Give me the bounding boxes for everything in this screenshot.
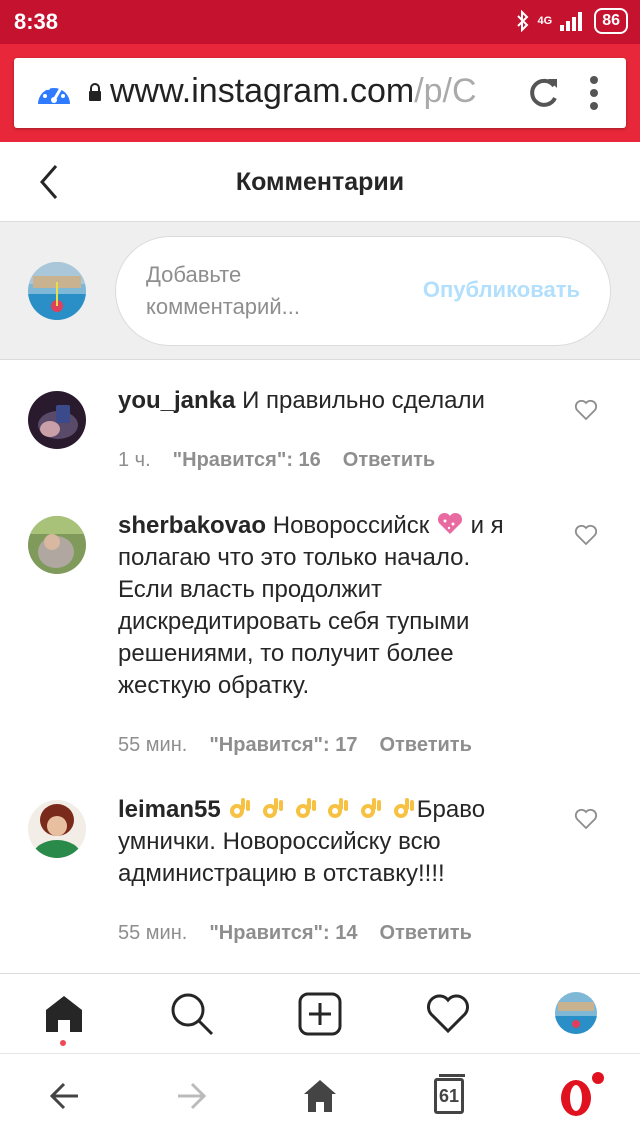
commenter-avatar[interactable] [28,391,86,449]
comment-input[interactable]: Добавьте комментарий... Опубликовать [115,236,611,346]
sparkling-heart-emoji-icon [437,512,462,534]
instagram-bottom-nav [0,973,640,1053]
publish-button[interactable]: Опубликовать [423,277,580,303]
back-arrow-icon[interactable] [48,1076,82,1116]
reply-button[interactable]: Ответить [343,449,435,472]
home-icon[interactable] [302,1076,338,1116]
comment-username[interactable]: leiman55 [118,796,221,823]
comment-meta: 55 мин. "Нравится": 14 Ответить [118,922,472,945]
comment-text-block: you_janka И правильно сделали [118,385,518,417]
heart-icon[interactable] [574,524,598,546]
commenter-avatar[interactable] [28,516,86,574]
bluetooth-icon [516,10,528,32]
opera-icon[interactable] [556,1070,608,1120]
profile-avatar[interactable] [555,992,597,1034]
comment-username[interactable]: sherbakovao [118,512,266,539]
tabs-icon[interactable]: 61 [434,1074,465,1114]
ok-hand-emoji-icon [263,798,284,818]
status-bar: 8:38 4G 86 [0,0,640,44]
battery-indicator: 86 [594,8,628,34]
comment-text-part1: Новороссийск [272,512,430,539]
url-text[interactable]: www.instagram.com/p/C [110,72,530,111]
signal-icon [560,12,583,31]
home-notification-dot [60,1040,66,1046]
comment-time: 1 ч. [118,449,151,471]
comment-meta: 55 мин. "Нравится": 17 Ответить [118,734,472,757]
my-avatar [28,262,86,320]
commenter-avatar[interactable] [28,800,86,858]
url-path: /p/C [414,72,477,110]
lock-icon [89,83,101,101]
ok-hand-emoji-icon [295,798,316,818]
browser-bottom-nav: 61 [0,1053,640,1138]
network-type: 4G [537,15,553,27]
page-header: Комментарии [0,142,640,222]
comment-time: 55 мин. [118,922,188,944]
ok-hand-emoji-icon [328,798,349,818]
forward-arrow-icon[interactable] [174,1076,208,1116]
status-icons: 4G 86 [516,8,628,34]
page-title: Комментарии [235,168,405,196]
ok-hand-emoji-icon [361,798,382,818]
comment-text-block: sherbakovao Новороссийск и я полагаю что… [118,510,518,702]
reload-icon[interactable] [524,74,562,112]
ok-hand-emojis [227,796,416,823]
heart-icon[interactable] [574,808,598,830]
status-time: 8:38 [14,9,59,34]
search-icon[interactable] [170,992,214,1036]
comment-likes[interactable]: "Нравится": 17 [209,734,357,757]
home-icon[interactable] [42,992,86,1036]
comment-username[interactable]: you_janka [118,387,235,414]
url-domain: www.instagram.com [110,72,415,110]
comment-likes[interactable]: "Нравится": 16 [173,449,321,472]
menu-dots-icon[interactable] [586,74,602,112]
browser-toolbar: www.instagram.com/p/C [0,44,640,142]
comment-text-part2: и я полагаю что это только начало. Если … [118,512,504,699]
comment-meta: 1 ч. "Нравится": 16 Ответить [118,449,435,472]
comment-composer: Добавьте комментарий... Опубликовать [0,222,640,360]
comment-text: И правильно сделали [242,387,485,414]
heart-icon[interactable] [574,399,598,421]
reply-button[interactable]: Ответить [379,734,471,757]
speed-dial-icon[interactable] [34,74,74,114]
reply-button[interactable]: Ответить [379,922,471,945]
comment-input-placeholder: Добавьте комментарий... [146,262,300,319]
ok-hand-emoji-icon [230,798,251,818]
address-bar[interactable]: www.instagram.com/p/C [14,58,626,128]
comment-time: 55 мин. [118,734,188,756]
comment-text-block: leiman55 Браво умнички. Новороссийску вс… [118,794,518,890]
ok-hand-emoji-icon [393,798,414,818]
activity-heart-icon[interactable] [426,992,470,1036]
add-post-icon[interactable] [298,992,342,1036]
comment-likes[interactable]: "Нравится": 14 [209,922,357,945]
